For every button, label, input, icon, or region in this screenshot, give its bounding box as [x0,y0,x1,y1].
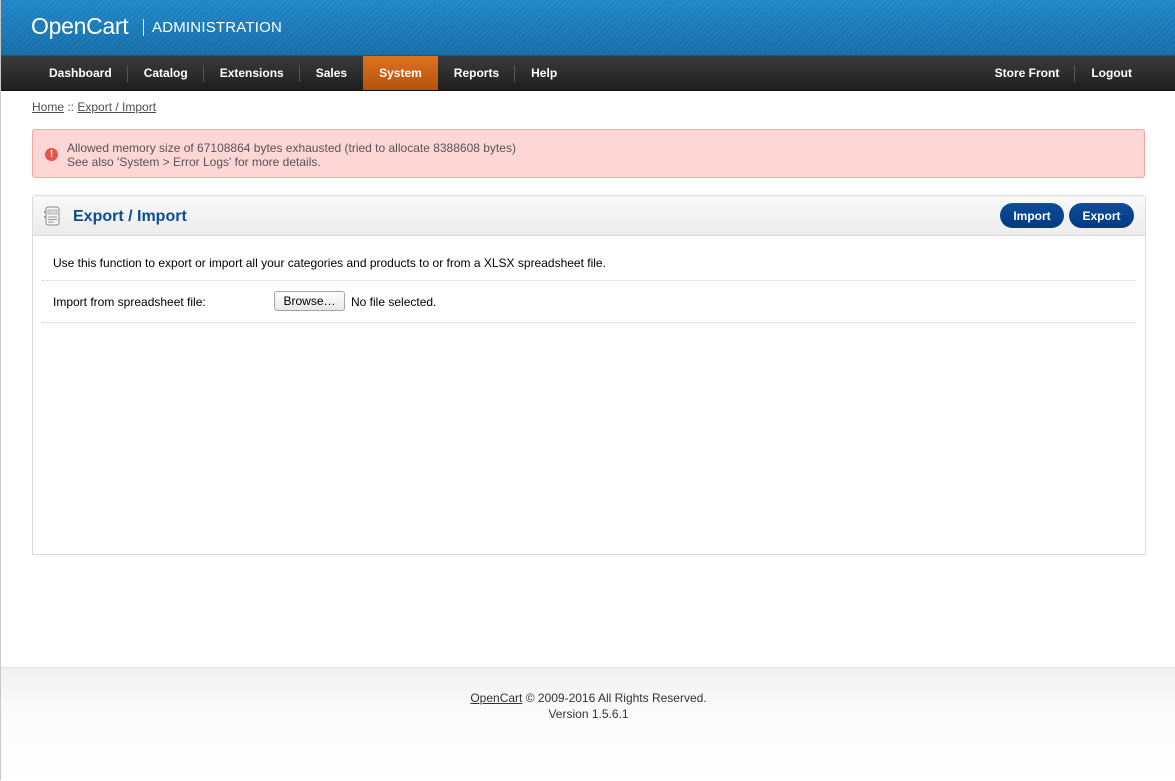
header-subtitle: ADMINISTRATION [152,19,283,36]
menu-item-logout[interactable]: Logout [1075,56,1148,90]
menu-item-catalog[interactable]: Catalog [128,56,204,90]
import-file-label: Import from spreadsheet file: [53,295,206,309]
menu-item-system[interactable]: System [363,56,438,90]
breadcrumb-separator: :: [64,100,78,114]
export-button[interactable]: Export [1069,203,1134,228]
footer-version: Version 1.5.6.1 [548,707,629,721]
menu-item-help[interactable]: Help [515,56,573,90]
module-icon [44,206,60,226]
main-menu: Dashboard Catalog Extensions Sales Syste… [1,56,1175,91]
error-line-1: Allowed memory size of 67108864 bytes ex… [67,141,516,155]
panel-description: Use this function to export or import al… [53,256,606,270]
breadcrumb-home[interactable]: Home [32,100,64,114]
menu-item-sales[interactable]: Sales [300,56,363,90]
browse-file-button[interactable]: Browse… [274,291,345,311]
row-divider [42,280,1136,281]
error-line-2: See also 'System > Error Logs' for more … [67,155,321,169]
file-status: No file selected. [351,295,437,309]
logo-separator [143,19,144,36]
error-message: Allowed memory size of 67108864 bytes ex… [67,141,516,169]
menu-left: Dashboard Catalog Extensions Sales Syste… [33,56,573,90]
panel-title: Export / Import [73,208,187,225]
footer: OpenCart © 2009-2016 All Rights Reserved… [1,667,1175,781]
error-icon: ! [45,148,58,161]
footer-opencart-link[interactable]: OpenCart [470,691,522,705]
panel-heading: Export / Import Import Export [33,196,1145,236]
breadcrumb-current[interactable]: Export / Import [77,100,156,114]
row-divider [42,322,1136,323]
export-import-panel: Export / Import Import Export Use this f… [32,195,1146,555]
menu-item-extensions[interactable]: Extensions [204,56,300,90]
footer-copyright: OpenCart © 2009-2016 All Rights Reserved… [1,691,1175,705]
footer-copyright-text: © 2009-2016 All Rights Reserved. [522,691,707,705]
breadcrumb: Home :: Export / Import [32,100,156,114]
menu-item-dashboard[interactable]: Dashboard [33,56,128,90]
menu-right: Store Front Logout [979,56,1148,90]
menu-item-store-front[interactable]: Store Front [979,56,1076,90]
logo[interactable]: OpenCart [31,13,129,40]
menu-item-reports[interactable]: Reports [438,56,516,90]
import-button[interactable]: Import [1000,203,1064,228]
header: OpenCart ADMINISTRATION [1,0,1175,56]
error-alert: ! Allowed memory size of 67108864 bytes … [32,129,1145,178]
